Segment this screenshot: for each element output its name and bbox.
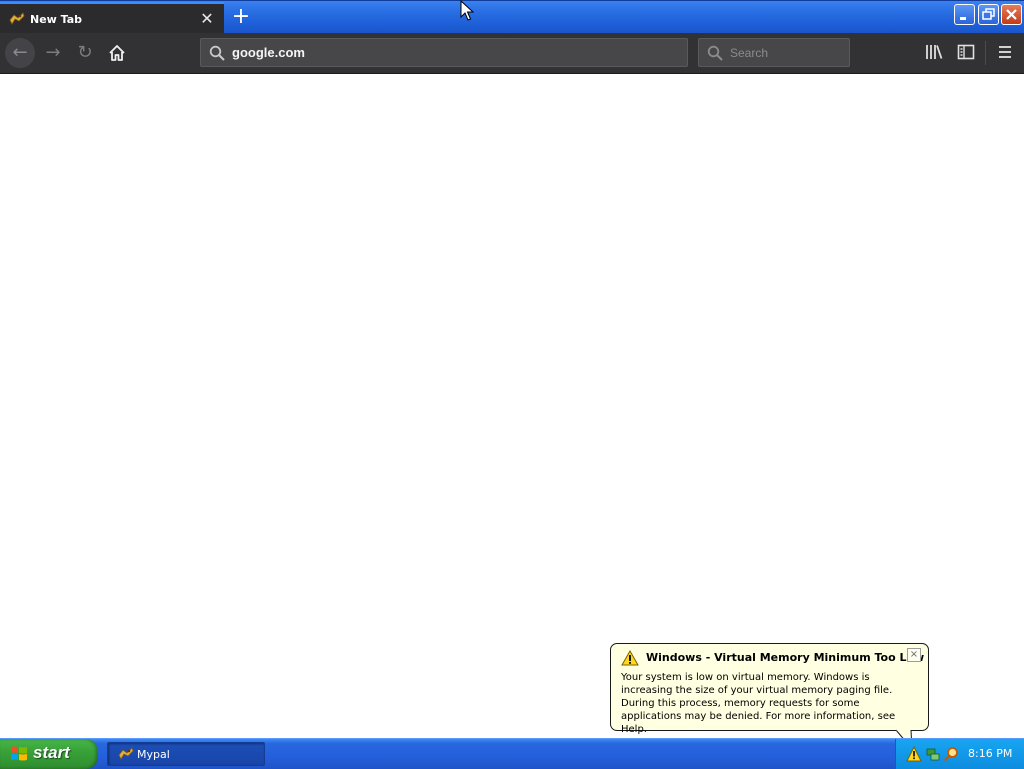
balloon-title: Windows - Virtual Memory Minimum Too Low: [646, 651, 925, 664]
taskbar-item-mypal[interactable]: Mypal: [107, 742, 265, 766]
search-bar[interactable]: Search: [698, 38, 850, 67]
system-tray: 8:16 PM: [895, 739, 1024, 769]
reload-button[interactable]: ↻: [70, 38, 100, 68]
warning-icon: [621, 650, 639, 666]
library-icon[interactable]: [924, 42, 944, 62]
taskbar: start Mypal 8:16 PM: [0, 738, 1024, 769]
sidebar-icon[interactable]: [956, 42, 976, 62]
taskbar-item-label: Mypal: [137, 748, 170, 761]
home-button[interactable]: [102, 38, 132, 68]
home-icon: [109, 45, 125, 61]
search-icon[interactable]: [943, 746, 959, 762]
balloon-close-button[interactable]: ×: [907, 648, 921, 662]
balloon-message: Your system is low on virtual memory. Wi…: [621, 672, 896, 735]
close-icon: [1006, 9, 1017, 20]
back-button[interactable]: ←: [5, 38, 35, 68]
url-input[interactable]: google.com: [232, 45, 305, 60]
navigation-toolbar: ← → ↻ google.com Search: [0, 33, 1024, 74]
windows-logo-icon: [11, 746, 27, 761]
mypal-icon: [9, 12, 25, 25]
search-icon: [209, 45, 225, 61]
restore-button[interactable]: [978, 4, 999, 25]
start-button[interactable]: start: [0, 739, 98, 769]
warning-icon[interactable]: [906, 746, 922, 762]
tab-close-icon[interactable]: ✕: [198, 10, 216, 28]
restore-icon: [982, 8, 995, 20]
tab-new-tab[interactable]: New Tab ✕: [0, 2, 224, 34]
title-bar: New Tab ✕ +: [0, 0, 1024, 34]
toolbar-separator: [985, 41, 986, 65]
url-bar[interactable]: google.com: [200, 38, 688, 67]
search-icon: [707, 45, 723, 61]
clock: 8:16 PM: [968, 747, 1013, 760]
search-input[interactable]: Search: [730, 46, 768, 60]
minimize-icon: [960, 17, 966, 20]
page-content[interactable]: [0, 74, 1024, 738]
new-tab-button[interactable]: +: [230, 6, 252, 29]
minimize-button[interactable]: [954, 4, 975, 25]
mouse-cursor-icon: [460, 0, 474, 21]
notification-balloon[interactable]: Windows - Virtual Memory Minimum Too Low…: [610, 643, 929, 735]
mypal-icon: [118, 747, 134, 760]
hamburger-menu-icon[interactable]: [995, 42, 1015, 62]
start-label: start: [33, 743, 70, 762]
tab-title: New Tab: [30, 13, 83, 26]
network-icon[interactable]: [925, 746, 941, 762]
close-window-button[interactable]: [1001, 4, 1022, 25]
forward-button[interactable]: →: [38, 38, 68, 68]
